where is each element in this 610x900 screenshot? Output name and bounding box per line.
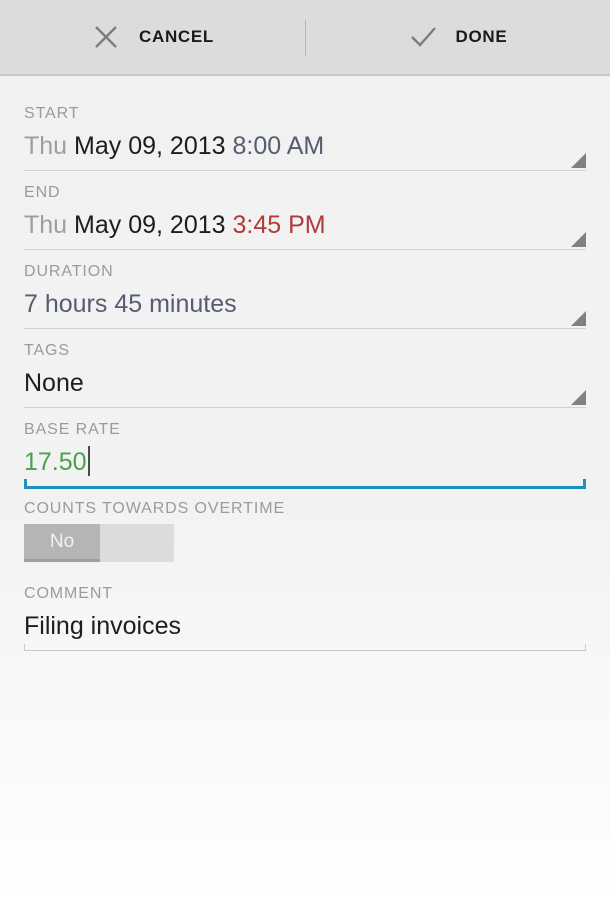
end-weekday: Thu xyxy=(24,211,68,239)
field-duration-value: 7 hours 45 minutes xyxy=(24,290,237,318)
field-start[interactable]: START Thu May 09, 2013 8:00 AM xyxy=(24,92,586,171)
cancel-button[interactable]: CANCEL xyxy=(0,0,305,74)
tags-spinner-caret-icon[interactable] xyxy=(571,390,586,405)
field-end-label: END xyxy=(24,184,61,201)
field-start-value: Thu May 09, 2013 8:00 AM xyxy=(24,129,586,168)
cancel-button-label: CANCEL xyxy=(138,27,215,46)
base-rate-value: 17.50 xyxy=(24,448,87,476)
comment-underline xyxy=(24,644,586,651)
done-button-label: DONE xyxy=(455,27,508,46)
base-rate-input[interactable]: 17.50 xyxy=(24,445,586,484)
field-tags-value: None xyxy=(24,369,84,397)
field-start-label: START xyxy=(24,105,80,122)
comment-input[interactable]: Filing invoices xyxy=(24,609,586,648)
end-spinner-caret-icon[interactable] xyxy=(571,232,586,247)
overtime-toggle-thumb[interactable]: No xyxy=(24,524,100,562)
field-overtime: COUNTS TOWARDS OVERTIME No xyxy=(24,489,586,562)
field-tags-label: TAGS xyxy=(24,342,70,359)
check-icon xyxy=(410,27,436,47)
done-button[interactable]: DONE xyxy=(305,0,610,74)
overtime-toggle[interactable]: No xyxy=(24,524,174,562)
close-icon xyxy=(95,26,117,48)
start-spinner-caret-icon[interactable] xyxy=(571,153,586,168)
start-weekday: Thu xyxy=(24,132,68,160)
duration-spinner-caret-icon[interactable] xyxy=(571,311,586,326)
field-overtime-label: COUNTS TOWARDS OVERTIME xyxy=(24,500,286,517)
field-base-rate[interactable]: BASE RATE 17.50 xyxy=(24,408,586,489)
field-end-value: Thu May 09, 2013 3:45 PM xyxy=(24,208,586,247)
action-bar: CANCEL DONE xyxy=(0,0,610,76)
action-bar-divider xyxy=(305,20,306,56)
edit-time-entry-screen: CANCEL DONE START Thu May 09, 2013 8:00 … xyxy=(0,0,610,900)
text-cursor xyxy=(87,446,90,476)
start-date: May 09, 2013 xyxy=(74,132,226,160)
field-comment-label: COMMENT xyxy=(24,585,113,602)
start-time: 8:00 AM xyxy=(232,132,325,160)
field-comment[interactable]: COMMENT Filing invoices xyxy=(24,562,586,651)
form: START Thu May 09, 2013 8:00 AM END Thu M… xyxy=(0,76,610,651)
overtime-toggle-state-label: No xyxy=(49,530,75,552)
field-base-rate-label: BASE RATE xyxy=(24,421,121,438)
field-end[interactable]: END Thu May 09, 2013 3:45 PM xyxy=(24,171,586,250)
field-duration-label: DURATION xyxy=(24,263,114,280)
field-tags[interactable]: TAGS None xyxy=(24,329,586,408)
end-time: 3:45 PM xyxy=(232,211,326,239)
end-date: May 09, 2013 xyxy=(74,211,226,239)
field-duration[interactable]: DURATION 7 hours 45 minutes xyxy=(24,250,586,329)
